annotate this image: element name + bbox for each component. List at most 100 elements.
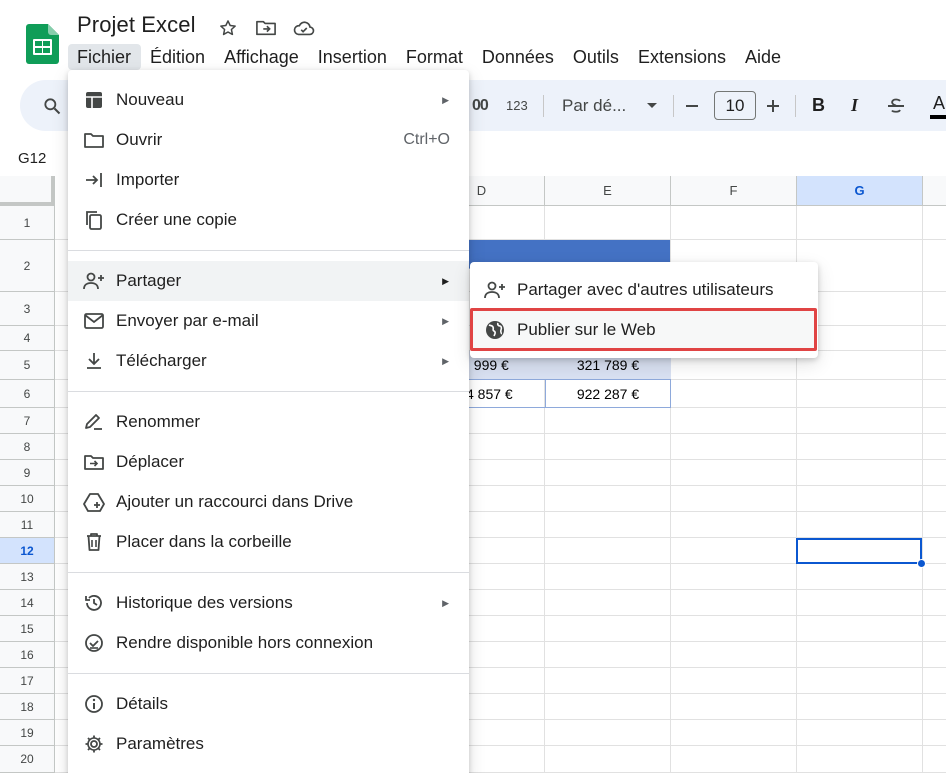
row-header-1[interactable]: 1 [0, 206, 55, 240]
settings-gear-icon [83, 733, 105, 755]
menu-item-label: Créer une copie [116, 210, 237, 229]
row-header-15[interactable]: 15 [0, 616, 55, 642]
search-menus-icon[interactable] [42, 80, 62, 131]
cloud-saved-icon[interactable] [290, 14, 318, 42]
strikethrough-icon[interactable] [886, 80, 906, 131]
row-header-10[interactable]: 10 [0, 486, 55, 512]
menu-item-label: Importer [116, 170, 180, 189]
cell-d6[interactable]: 4 857 € [466, 380, 545, 408]
menu-item-historique[interactable]: Historique des versions ▶ [68, 583, 469, 623]
sheets-logo-icon[interactable] [26, 24, 59, 64]
increase-font-size-icon[interactable] [765, 80, 781, 131]
menu-item-label: Nouveau [116, 90, 185, 109]
globe-icon [484, 319, 506, 341]
row-header-17[interactable]: 17 [0, 668, 55, 694]
menu-donnees[interactable]: Données [473, 44, 564, 70]
submenu-item-label: Partager avec d'autres utilisateurs [517, 280, 774, 299]
menu-item-label: Détails [116, 694, 168, 713]
row-header-4[interactable]: 4 [0, 326, 55, 351]
column-header-e[interactable]: E [545, 176, 671, 206]
fill-handle[interactable] [917, 559, 926, 568]
menu-item-corbeille[interactable]: Placer dans la corbeille [68, 522, 469, 562]
row-header-9[interactable]: 9 [0, 460, 55, 486]
menu-item-hors-connexion[interactable]: Rendre disponible hors connexion [68, 623, 469, 663]
row-header-2[interactable]: 2 [0, 240, 55, 292]
row-header-11[interactable]: 11 [0, 512, 55, 538]
menu-aide[interactable]: Aide [736, 44, 791, 70]
column-header-g[interactable]: G [797, 176, 923, 206]
menu-item-label: Envoyer par e-mail [116, 311, 259, 330]
font-family-select[interactable]: Par dé... [562, 80, 626, 131]
cell-e6[interactable]: 922 287 € [545, 380, 671, 408]
menu-format[interactable]: Format [397, 44, 473, 70]
mail-icon [83, 310, 105, 332]
submenu-item-partager-utilisateurs[interactable]: Partager avec d'autres utilisateurs [470, 270, 818, 310]
submenu-item-label: Publier sur le Web [517, 320, 656, 339]
menu-item-nouveau[interactable]: Nouveau ▶ [68, 80, 469, 120]
row-header-16[interactable]: 16 [0, 642, 55, 668]
menu-item-raccourci-drive[interactable]: Ajouter un raccourci dans Drive [68, 482, 469, 522]
menu-item-details[interactable]: Détails [68, 684, 469, 724]
menu-item-envoyer-email[interactable]: Envoyer par e-mail ▶ [68, 301, 469, 341]
menu-item-deplacer[interactable]: Déplacer [68, 442, 469, 482]
menu-item-label: Paramètres [116, 734, 204, 753]
row-header-5[interactable]: 5 [0, 351, 55, 380]
star-icon[interactable] [214, 14, 242, 42]
row-header-20[interactable]: 20 [0, 746, 55, 773]
name-box[interactable]: G12 [0, 140, 66, 176]
decrease-font-size-icon[interactable] [684, 80, 700, 131]
menu-edition[interactable]: Édition [141, 44, 215, 70]
row-header-14[interactable]: 14 [0, 590, 55, 616]
menu-extensions[interactable]: Extensions [629, 44, 736, 70]
chevron-down-icon[interactable] [646, 80, 658, 131]
number-format-button[interactable]: 123 [506, 80, 528, 131]
submenu-arrow-icon: ▶ [442, 315, 449, 326]
menu-item-creer-copie[interactable]: Créer une copie [68, 200, 469, 240]
menubar: Fichier Édition Affichage Insertion Form… [68, 44, 791, 70]
increase-decimal-button[interactable]: 00 [472, 80, 489, 131]
menu-item-label: Renommer [116, 412, 201, 431]
text-color-label: A [932, 92, 945, 113]
menu-insertion[interactable]: Insertion [309, 44, 397, 70]
row-header-18[interactable]: 18 [0, 694, 55, 720]
menu-item-partager[interactable]: Partager ▶ [68, 261, 469, 301]
text-color-button[interactable]: A [930, 80, 946, 131]
drive-shortcut-icon [83, 491, 105, 513]
italic-button[interactable]: I [851, 80, 858, 131]
row-header-8[interactable]: 8 [0, 434, 55, 460]
row-header-6[interactable]: 6 [0, 380, 55, 408]
offline-icon [83, 632, 105, 654]
select-all-corner[interactable] [0, 176, 55, 206]
menu-item-label: Historique des versions [116, 593, 293, 612]
text-color-swatch [930, 114, 946, 119]
row-header-7[interactable]: 7 [0, 408, 55, 434]
menu-fichier[interactable]: Fichier [68, 44, 142, 70]
menu-item-label: Rendre disponible hors connexion [116, 633, 374, 652]
menu-affichage[interactable]: Affichage [215, 44, 309, 70]
menu-item-telecharger[interactable]: Télécharger ▶ [68, 341, 469, 381]
menu-item-ouvrir[interactable]: Ouvrir Ctrl+O [68, 120, 469, 160]
document-title[interactable]: Projet Excel [77, 12, 196, 38]
row-header-19[interactable]: 19 [0, 720, 55, 746]
share-person-icon [83, 270, 105, 292]
menu-outils[interactable]: Outils [564, 44, 629, 70]
history-icon [83, 592, 105, 614]
menu-item-label: Ouvrir [116, 130, 163, 149]
move-folder-icon [83, 451, 105, 473]
menu-item-label: Partager [116, 271, 182, 290]
column-header-f[interactable]: F [671, 176, 797, 206]
menu-item-renommer[interactable]: Renommer [68, 402, 469, 442]
submenu-arrow-icon: ▶ [442, 355, 449, 366]
selected-cell-g12[interactable] [796, 538, 922, 564]
row-header-13[interactable]: 13 [0, 564, 55, 590]
menu-item-label: Déplacer [116, 452, 185, 471]
row-header-12[interactable]: 12 [0, 538, 55, 564]
column-header-h[interactable] [923, 176, 946, 206]
menu-item-parametres[interactable]: Paramètres [68, 724, 469, 764]
submenu-item-publier-web[interactable]: Publier sur le Web [470, 310, 817, 350]
bold-button[interactable]: B [812, 80, 825, 131]
row-header-3[interactable]: 3 [0, 292, 55, 326]
font-size-input[interactable]: 10 [714, 91, 756, 120]
menu-item-importer[interactable]: Importer [68, 160, 469, 200]
move-to-folder-icon[interactable] [252, 14, 280, 42]
